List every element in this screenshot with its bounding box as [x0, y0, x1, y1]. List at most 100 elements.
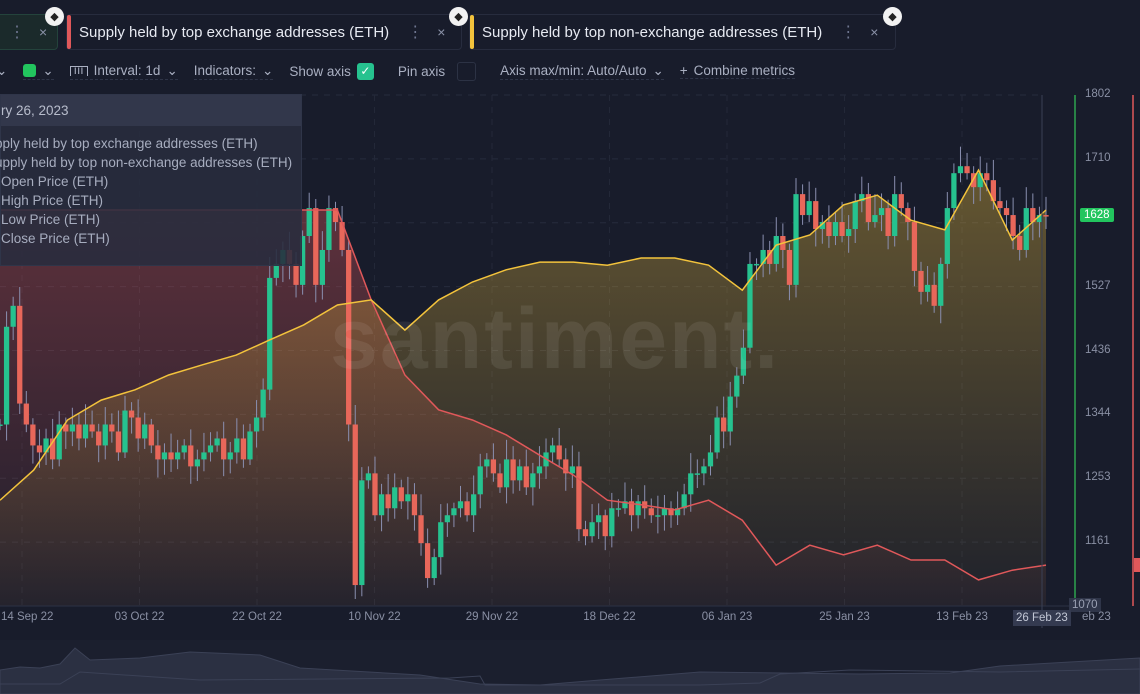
candle-up	[194, 459, 200, 467]
candle-up	[142, 424, 148, 439]
x-tick-label: 14 Sep 22	[1, 611, 54, 623]
candle-down	[293, 263, 299, 285]
candle-up	[201, 452, 207, 460]
candle-up	[471, 494, 477, 516]
exchange-axis-marker	[1134, 558, 1140, 572]
candle-down	[885, 208, 891, 237]
candle-down	[497, 473, 503, 488]
candle-up	[161, 452, 168, 460]
candle-down	[96, 431, 102, 446]
candle-up	[957, 166, 964, 174]
candle-down	[464, 501, 470, 516]
y-tick-label: 1710	[1085, 151, 1111, 164]
x-tick-label: 06 Jan 23	[701, 611, 753, 623]
candle-up	[872, 215, 878, 223]
candle-up	[734, 375, 740, 397]
candle-up	[694, 473, 700, 475]
candle-up	[260, 389, 266, 418]
candle-up	[740, 347, 747, 376]
candle-up	[707, 452, 714, 467]
candle-up	[207, 445, 214, 453]
candle-down	[1010, 215, 1016, 237]
candle-down	[411, 494, 418, 516]
y-tick-label: 1527	[1085, 279, 1111, 292]
candle-up	[753, 263, 760, 266]
candle-down	[523, 466, 529, 488]
candle-down	[964, 166, 970, 174]
candle-down	[240, 438, 247, 460]
candle-down	[155, 445, 161, 460]
candle-down	[813, 201, 819, 230]
candle-up	[635, 501, 641, 516]
candle-up	[0, 424, 3, 426]
candle-down	[898, 194, 904, 209]
candle-up	[273, 263, 279, 278]
candle-up	[596, 515, 602, 523]
tooltip-date: ry 26, 2023	[1, 95, 301, 126]
candle-down	[556, 445, 562, 460]
candle-up	[174, 452, 181, 460]
candle-up	[852, 201, 858, 230]
x-tick-label: 03 Oct 22	[114, 611, 165, 623]
candle-up	[832, 222, 839, 237]
candle-up	[267, 277, 273, 390]
candle-up	[82, 424, 89, 439]
candle-down	[931, 284, 937, 306]
candle-down	[188, 445, 194, 467]
candle-up	[569, 466, 575, 474]
candle-up	[878, 208, 885, 216]
candle-up	[503, 459, 510, 488]
candle-down	[918, 270, 924, 292]
tooltip-row: High Price (ETH)	[1, 193, 104, 208]
tooltip-row: Low Price (ETH)	[1, 212, 101, 227]
x-tick-label: 18 Dec 22	[583, 611, 636, 623]
candle-down	[602, 515, 608, 537]
candle-up	[938, 263, 944, 306]
candle-up	[477, 466, 483, 495]
candle-down	[313, 208, 319, 285]
candle-down	[385, 494, 391, 509]
candle-down	[418, 515, 424, 544]
candle-down	[36, 445, 43, 453]
candle-down	[1043, 215, 1049, 217]
candle-up	[359, 480, 365, 586]
candle-up	[234, 438, 240, 453]
hover-date-badge: 26 Feb 23	[1013, 610, 1071, 626]
candle-up	[892, 194, 898, 237]
candle-up	[806, 201, 812, 216]
last-price-badge: 1628	[1080, 208, 1114, 222]
candle-down	[148, 424, 154, 446]
y-tick-label: 1436	[1085, 343, 1111, 356]
candle-up	[444, 515, 450, 523]
candle-up	[589, 522, 595, 537]
candle-down	[115, 431, 122, 453]
x-tick-label-partial: eb 23	[1082, 611, 1111, 623]
candle-down	[424, 543, 431, 579]
candle-down	[576, 466, 582, 530]
candle-up	[924, 284, 931, 292]
candle-up	[214, 438, 220, 446]
candle-up	[247, 431, 253, 460]
candle-down	[721, 417, 727, 432]
x-tick-label: 13 Feb 23	[936, 611, 988, 623]
candle-up	[69, 424, 75, 432]
candle-up	[484, 459, 490, 467]
candle-down	[89, 424, 95, 432]
navigator[interactable]	[0, 640, 1140, 694]
candle-up	[392, 487, 398, 509]
candle-up	[549, 445, 556, 453]
candle-up	[122, 410, 128, 453]
hover-tooltip: ry 26, 2023 pply held by top exchange ad…	[0, 94, 302, 266]
candle-up	[378, 494, 385, 516]
candle-up	[714, 417, 720, 453]
candle-down	[352, 424, 358, 586]
candle-up	[181, 445, 187, 453]
x-tick-label: 29 Nov 22	[465, 611, 519, 623]
candle-down	[490, 459, 497, 474]
candle-up	[951, 173, 957, 209]
candle-down	[109, 424, 115, 432]
candle-down	[135, 417, 141, 439]
candle-down	[911, 222, 918, 271]
candle-up	[326, 208, 332, 250]
candle-down	[17, 305, 23, 404]
